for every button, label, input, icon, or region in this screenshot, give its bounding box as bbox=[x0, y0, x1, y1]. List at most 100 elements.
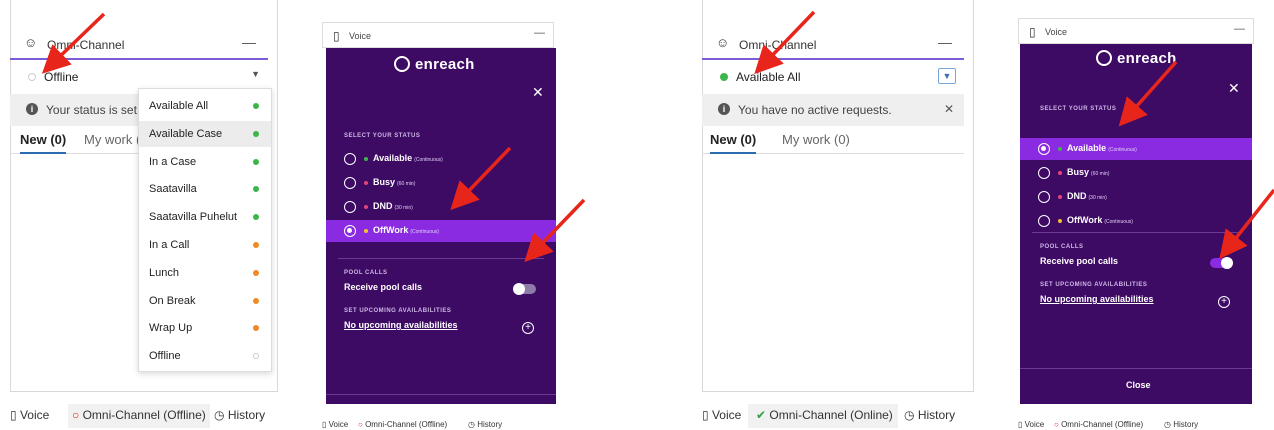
dropdown-option[interactable]: Offline bbox=[139, 343, 271, 369]
pool-calls-heading: POOL CALLS bbox=[344, 270, 388, 276]
status-dot bbox=[253, 158, 259, 165]
status-option-available[interactable]: Available (Continuous) bbox=[1020, 138, 1252, 160]
footer-voice[interactable]: ▯ Voice bbox=[1018, 420, 1044, 429]
upcoming-heading: SET UPCOMING AVAILABILITIES bbox=[1040, 282, 1148, 288]
footer-voice[interactable]: ▯ Voice bbox=[702, 408, 741, 422]
footer-omni-channel[interactable]: ○ Omni-Channel (Offline) bbox=[358, 420, 447, 429]
voice-topbar: ▯ Voice — bbox=[1018, 18, 1254, 44]
enreach-body: enreach ✕ SELECT YOUR STATUS Available (C… bbox=[326, 48, 556, 416]
close-button[interactable]: Close bbox=[1126, 380, 1151, 390]
status-select[interactable]: Available All ▼ bbox=[702, 62, 964, 90]
tab-new[interactable]: New (0) bbox=[20, 132, 67, 154]
dropdown-option[interactable]: Lunch bbox=[139, 260, 271, 286]
status-name: Busy bbox=[1067, 167, 1090, 177]
voice-panel-available: ▯ Voice — enreach ✕ SELECT YOUR STATUS A… bbox=[1018, 18, 1254, 430]
omni-channel-panel-online: ☺ Omni-Channel — Available All ▼ i You h… bbox=[692, 0, 982, 430]
footer-voice[interactable]: ▯ Voice bbox=[322, 420, 348, 429]
dropdown-option[interactable]: Available Case bbox=[139, 120, 271, 147]
status-dot bbox=[1058, 171, 1062, 175]
info-icon: i bbox=[718, 103, 730, 115]
radio-button[interactable] bbox=[344, 153, 356, 165]
status-dot bbox=[364, 229, 368, 233]
status-duration: (Continuous) bbox=[414, 157, 443, 163]
dropdown-option[interactable]: Wrap Up bbox=[139, 315, 271, 341]
footer-history[interactable]: ◷ History bbox=[1164, 420, 1198, 429]
status-option-dnd[interactable]: DND (30 min) bbox=[1020, 186, 1252, 208]
minimize-button[interactable]: — bbox=[1234, 23, 1245, 35]
divider bbox=[1020, 368, 1252, 369]
tab-my-work[interactable]: My work ( bbox=[84, 132, 140, 147]
no-upcoming-link[interactable]: No upcoming availabilities bbox=[344, 320, 458, 330]
add-availability-icon[interactable]: + bbox=[522, 322, 534, 334]
status-option-offwork[interactable]: OffWork (Continuous) bbox=[326, 220, 556, 242]
dropdown-option[interactable]: In a Case bbox=[139, 149, 271, 175]
radio-button[interactable] bbox=[1038, 143, 1050, 155]
dropdown-option[interactable]: Available All bbox=[139, 93, 271, 119]
radio-button[interactable] bbox=[1038, 191, 1050, 203]
status-name: Busy bbox=[373, 177, 396, 187]
status-option-available[interactable]: Available (Continuous) bbox=[326, 148, 556, 170]
chevron-down-icon[interactable]: ▼ bbox=[938, 68, 956, 84]
status-duration: (30 min) bbox=[1088, 195, 1107, 201]
receive-pool-calls-label: Receive pool calls bbox=[1040, 256, 1119, 266]
chevron-down-icon[interactable]: ▼ bbox=[251, 69, 260, 79]
status-option-busy[interactable]: Busy (60 min) bbox=[326, 172, 556, 194]
select-status-heading: SELECT YOUR STATUS bbox=[344, 133, 421, 139]
radio-button[interactable] bbox=[344, 177, 356, 189]
close-icon[interactable]: ✕ bbox=[532, 84, 544, 101]
footer-voice[interactable]: ▯ Voice bbox=[10, 408, 49, 422]
divider bbox=[1032, 232, 1240, 233]
tab-new[interactable]: New (0) bbox=[710, 132, 757, 154]
utility-bar: ▯ Voice ○ Omni-Channel (Offline) ◷ Histo… bbox=[10, 404, 278, 428]
utility-bar: ▯ Voice ✔ Omni-Channel (Online) ◷ Histor… bbox=[702, 404, 974, 428]
dropdown-option[interactable]: In a Call bbox=[139, 232, 271, 258]
dropdown-option[interactable]: Saatavilla bbox=[139, 176, 271, 202]
tab-my-work[interactable]: My work (0) bbox=[782, 132, 850, 147]
status-option-busy[interactable]: Busy (60 min) bbox=[1020, 162, 1252, 184]
footer-history-label: History bbox=[917, 408, 956, 422]
status-dot bbox=[364, 205, 368, 209]
status-name: Available bbox=[1067, 143, 1107, 153]
status-option-label: OffWork (Continuous) bbox=[373, 225, 439, 235]
status-dot bbox=[720, 73, 728, 81]
status-select[interactable]: Offline ▼ bbox=[10, 62, 268, 90]
status-name: DND bbox=[1067, 191, 1087, 201]
status-option-label: DND (30 min) bbox=[373, 201, 413, 211]
phone-icon: ▯ bbox=[333, 29, 340, 43]
status-option-offwork[interactable]: OffWork (Continuous) bbox=[1020, 210, 1252, 232]
radio-button[interactable] bbox=[344, 225, 356, 237]
minimize-button[interactable]: — bbox=[938, 34, 952, 50]
enreach-logo: enreach bbox=[394, 56, 475, 73]
status-option-dnd[interactable]: DND (30 min) bbox=[326, 196, 556, 218]
minimize-button[interactable]: — bbox=[534, 27, 545, 39]
dropdown-option[interactable]: On Break bbox=[139, 288, 271, 314]
footer-history[interactable]: ◷ History bbox=[214, 408, 265, 422]
no-upcoming-link[interactable]: No upcoming availabilities bbox=[1040, 294, 1154, 304]
enreach-logo-icon bbox=[1096, 50, 1112, 66]
status-duration: (60 min) bbox=[1091, 171, 1110, 177]
radio-button[interactable] bbox=[1038, 215, 1050, 227]
pool-calls-toggle[interactable] bbox=[1210, 257, 1233, 269]
footer-omni-channel[interactable]: ✔ Omni-Channel (Online) bbox=[756, 408, 893, 422]
footer-omni-channel[interactable]: ○ Omni-Channel (Offline) bbox=[1054, 420, 1143, 429]
divider bbox=[326, 394, 556, 395]
footer-history[interactable]: ◷ History bbox=[904, 408, 955, 422]
status-dot bbox=[253, 297, 259, 304]
dropdown-option-label: Lunch bbox=[149, 266, 179, 279]
minimize-button[interactable]: — bbox=[242, 34, 256, 50]
add-availability-icon[interactable]: + bbox=[1218, 296, 1230, 308]
close-icon[interactable]: ✕ bbox=[1228, 80, 1240, 97]
footer-history-label: History bbox=[477, 420, 503, 429]
radio-button[interactable] bbox=[1038, 167, 1050, 179]
close-icon[interactable]: ✕ bbox=[944, 102, 954, 116]
footer-omni-label: Omni-Channel (Offline) bbox=[1061, 420, 1144, 429]
pool-calls-toggle[interactable] bbox=[513, 283, 536, 295]
radio-button[interactable] bbox=[344, 201, 356, 213]
notice-text: You have no active requests. bbox=[738, 103, 892, 117]
dropdown-option[interactable]: Saatavilla Puhelut bbox=[139, 204, 271, 230]
status-dot bbox=[253, 325, 259, 332]
clock-icon: ◷ bbox=[214, 408, 225, 422]
footer-history[interactable]: ◷ History bbox=[468, 420, 502, 429]
footer-omni-channel[interactable]: ○ Omni-Channel (Offline) bbox=[72, 408, 206, 422]
status-dot bbox=[364, 181, 368, 185]
